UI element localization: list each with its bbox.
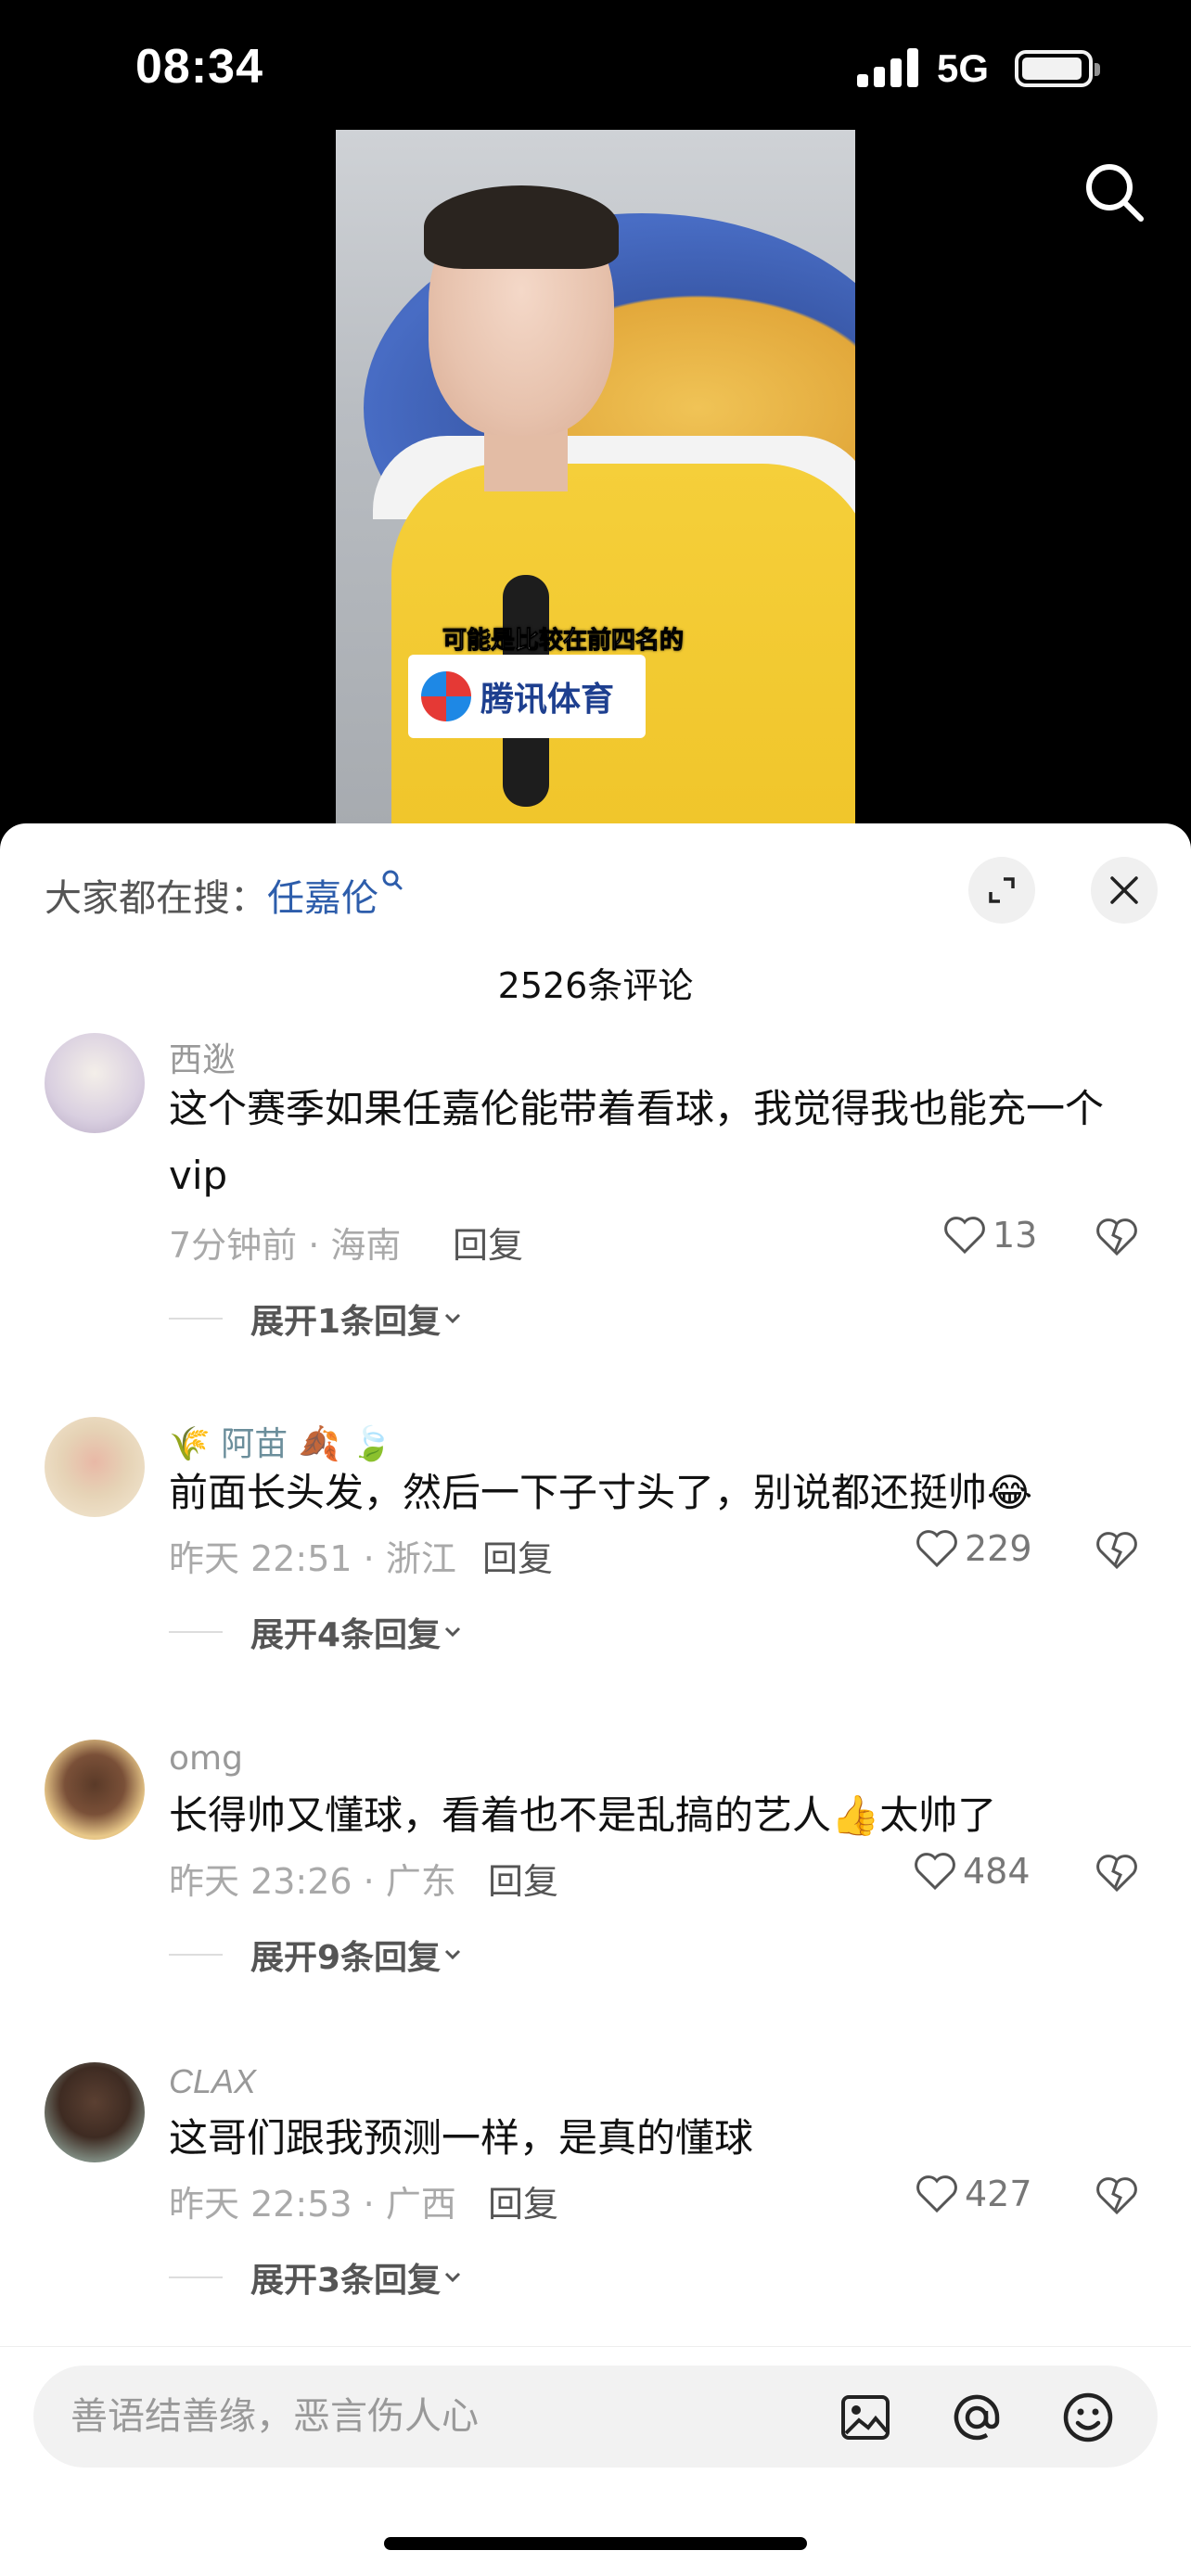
close-sheet-button[interactable] [1091,857,1158,924]
reply-button[interactable]: 回复 [482,1530,553,1581]
like-button[interactable]: 427 [915,2174,1032,2214]
comment-username[interactable]: omg [169,1740,243,1778]
avatar[interactable] [45,1740,145,1840]
broadcaster-logo-icon [421,671,471,721]
heart-icon [916,2175,957,2213]
comments-sheet: 大家都在搜：任嘉伦 2526条评论 西逖 这个赛季如果任嘉伦能带着看球，我觉得我… [0,823,1191,2576]
reply-button[interactable]: 回复 [453,1217,523,1268]
expand-replies-label: 展开1条回复 [250,1303,442,1341]
video-caption: 可能是比较在前四名的 [442,627,684,656]
chevron-down-icon [445,1313,461,1324]
divider-line [169,1631,223,1633]
avatar[interactable] [45,1417,145,1517]
expand-replies-label: 展开9条回复 [250,1939,442,1977]
expand-icon [989,877,1015,903]
comment-count-title: 2526条评论 [497,965,694,1006]
close-icon [1110,876,1138,904]
mention-icon[interactable] [950,2391,1004,2444]
expand-replies-button[interactable]: 展开1条回复 [169,1294,465,1343]
heart-icon [944,1217,985,1255]
expand-replies-button[interactable]: 展开9条回复 [169,1931,465,1979]
like-button[interactable]: 229 [915,1528,1032,1569]
trending-keyword[interactable]: 任嘉伦 [267,877,378,920]
status-time: 08:34 [135,40,263,94]
comment-text: 这哥们跟我预测一样，是真的懂球 [169,2115,754,2161]
avatar[interactable] [45,2062,145,2162]
comment-input[interactable] [69,2366,811,2468]
comment-username-text: 阿苗 [221,1425,288,1463]
comment-meta: 昨天 22:53 · 广西 [169,2184,456,2225]
comment-text: 长得帅又懂球，看着也不是乱搞的艺人👍太帅了 [169,1792,997,1838]
comment-meta: 昨天 23:26 · 广东 [169,1861,456,1902]
trending-label: 大家都在搜： [45,877,267,920]
expand-sheet-button[interactable] [968,857,1035,924]
like-count: 229 [965,1528,1032,1569]
expand-replies-button[interactable]: 展开4条回复 [169,1608,465,1656]
dislike-icon[interactable] [1095,1217,1139,1257]
comment-username[interactable]: CLAX [169,2062,256,2101]
chevron-down-icon [445,2272,461,2283]
heart-icon [916,1530,957,1568]
like-count: 427 [965,2174,1032,2214]
like-button[interactable]: 484 [913,1851,1031,1892]
leaf-emoji: 🍂 🍃 [288,1425,392,1463]
broadcaster-logo: 腾讯体育 [408,655,646,738]
video-player[interactable]: 可能是比较在前四名的 腾讯体育 [336,130,855,825]
comment-meta: 7分钟前 · 海南 [169,1225,402,1266]
dislike-icon[interactable] [1095,1530,1139,1571]
comment-input-container[interactable] [33,2366,1158,2468]
comment-username[interactable]: 西逖 [169,1033,236,1081]
heart-icon [915,1853,955,1891]
video-person-hair [424,185,619,269]
search-button[interactable] [1082,159,1146,224]
battery-icon [1015,50,1100,87]
status-bar: 08:34 5G [0,0,1191,139]
divider-line [169,1954,223,1956]
image-icon[interactable] [839,2391,892,2444]
avatar[interactable] [45,1033,145,1133]
trending-search[interactable]: 大家都在搜：任嘉伦 [45,868,404,922]
chevron-down-icon [445,1949,461,1960]
like-button[interactable]: 13 [942,1215,1037,1256]
dislike-icon[interactable] [1095,2175,1139,2216]
network-type: 5G [937,46,990,90]
comment-meta: 昨天 22:51 · 浙江 [169,1538,456,1579]
signal-icon [857,48,920,87]
broadcaster-logo-text: 腾讯体育 [480,681,615,719]
reply-button[interactable]: 回复 [488,1853,558,1904]
divider-line [169,2276,223,2278]
search-icon [1086,164,1144,222]
comment-text: 这个赛季如果任嘉伦能带着看球，我觉得我也能充一个vip [169,1086,1105,1198]
search-small-icon [382,870,403,890]
comment-text: 前面长头发，然后一下子寸头了，别说都还挺帅😂 [169,1470,1033,1515]
divider-line [169,1318,223,1320]
dislike-icon[interactable] [1095,1853,1139,1894]
home-indicator[interactable] [384,2537,807,2550]
reply-button[interactable]: 回复 [488,2175,558,2226]
like-count: 484 [963,1851,1031,1892]
expand-replies-button[interactable]: 展开3条回复 [169,2253,465,2302]
like-count: 13 [992,1215,1038,1256]
expand-replies-label: 展开4条回复 [250,1616,442,1654]
wheat-emoji: 🌾 [169,1425,222,1463]
expand-replies-label: 展开3条回复 [250,2262,442,2300]
comment-username[interactable]: 🌾 阿苗 🍂 🍃 [169,1417,392,1465]
chevron-down-icon [445,1626,461,1638]
emoji-icon[interactable] [1061,2391,1115,2444]
